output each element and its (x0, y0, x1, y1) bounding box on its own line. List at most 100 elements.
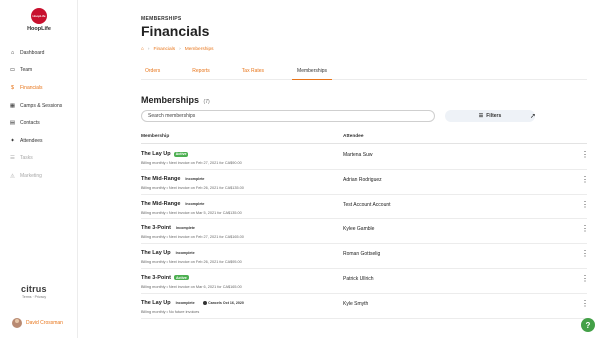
tab-tax-rates[interactable]: Tax Rates (238, 62, 268, 80)
table-row[interactable]: The Lay Up Incomplete Cancels Oct 16, 2020… (141, 294, 589, 319)
sidebar: HoopLife HoopLife ⌂ Dashboard ▭ Team $ Financ… (0, 0, 78, 338)
sidebar-item-marketing[interactable]: ◬ Marketing (0, 167, 78, 185)
tasks-icon: ☰ (10, 155, 15, 162)
attendee-name[interactable]: Kylee Gamble (343, 226, 374, 232)
more-options-icon[interactable]: ⋮ (581, 151, 589, 159)
tab-bar: Orders Reports Tax Rates Memberships (141, 62, 587, 80)
main-content: MEMBERSHIPS Financials ⌂ › Financials › … (78, 0, 600, 338)
more-options-icon[interactable]: ⋮ (581, 225, 589, 233)
search-input[interactable]: Search memberships (141, 110, 435, 122)
breadcrumb-financials[interactable]: Financials (154, 47, 176, 52)
sidebar-item-label: Attendees (20, 137, 43, 144)
table-header: Membership Attendee (141, 134, 587, 144)
user-profile[interactable]: David Crossman (12, 318, 63, 328)
cancel-note: Cancels Oct 16, 2020 (202, 300, 244, 305)
avatar (12, 318, 22, 328)
sidebar-item-team[interactable]: ▭ Team (0, 62, 78, 80)
membership-name[interactable]: The Lay Up (141, 300, 171, 306)
sidebar-item-label: Camps & Sessions (20, 102, 63, 109)
filter-icon: ☰ (478, 113, 484, 119)
attendee-name[interactable]: Patrick Ullrich (343, 276, 374, 282)
membership-name[interactable]: The Mid-Range (141, 176, 180, 182)
sidebar-item-tasks[interactable]: ☰ Tasks (0, 150, 78, 168)
status-badge: Incomplete (175, 300, 195, 305)
membership-name-cell: The Lay Up Incomplete (141, 250, 197, 256)
home-icon[interactable]: ⌂ (141, 47, 144, 52)
calendar-icon: ▦ (9, 102, 16, 109)
financials-icon: $ (10, 84, 15, 91)
membership-name[interactable]: The 3-Point (141, 225, 171, 231)
clock-icon (202, 300, 207, 305)
table-row[interactable]: The 3-Point Incomplete Billing monthly • N… (141, 219, 589, 245)
status-badge: Active (173, 151, 189, 157)
sidebar-item-financials[interactable]: $ Financials (0, 79, 78, 97)
more-options-icon[interactable]: ⋮ (581, 175, 589, 184)
membership-name[interactable]: The Lay Up (141, 151, 171, 157)
attendee-name[interactable]: Martena Suw (343, 152, 372, 158)
more-options-icon[interactable]: ⋮ (581, 200, 589, 209)
billing-info: Billing monthly • Next invoice on Mar 5,… (141, 210, 242, 215)
sidebar-item-camps-sessions[interactable]: ▦ Camps & Sessions (0, 97, 78, 115)
membership-name-cell: The 3-Point Active (141, 275, 189, 281)
membership-name-cell: The 3-Point Incomplete (141, 225, 197, 231)
table-row[interactable]: The Mid-Range Incomplete Billing monthly •… (141, 170, 589, 195)
membership-name-cell: The Mid-Range Incomplete (141, 201, 206, 207)
sidebar-item-label: Tasks (20, 155, 33, 162)
attendee-name[interactable]: Test Account Account (343, 202, 391, 208)
attendee-name[interactable]: Adrian Rodriguez (343, 177, 382, 183)
more-options-icon[interactable]: ⋮ (581, 250, 589, 258)
membership-name-cell: The Lay Up Incomplete Cancels Oct 16, 2020 (141, 300, 244, 306)
org-logo[interactable]: HoopLife (31, 8, 47, 24)
contacts-icon: ▤ (9, 120, 16, 127)
membership-name-cell: The Lay Up Active (141, 151, 189, 157)
sidebar-nav: ⌂ Dashboard ▭ Team $ Financials ▦ Camps & Sessi… (0, 44, 78, 185)
section-title-text: Memberships (141, 95, 200, 105)
tab-reports[interactable]: Reports (188, 62, 214, 80)
attendee-name[interactable]: Kyle Smyth (343, 301, 368, 307)
membership-name[interactable]: The Mid-Range (141, 201, 180, 207)
sidebar-item-label: Dashboard (20, 49, 45, 56)
membership-count: (7) (203, 99, 210, 105)
sidebar-item-attendees[interactable]: ✦ Attendees (0, 132, 78, 150)
help-button[interactable]: ? (581, 318, 595, 332)
column-header-attendee: Attendee (343, 134, 364, 139)
table-row[interactable]: The 3-Point Active Billing monthly • Next … (141, 269, 589, 294)
tab-memberships[interactable]: Memberships (292, 62, 333, 80)
table-row[interactable]: The Mid-Range Incomplete Billing monthly •… (141, 195, 589, 220)
membership-name[interactable]: The Lay Up (141, 250, 171, 256)
billing-info: Billing monthly • No future invoices (141, 309, 200, 314)
status-badge: Active (173, 275, 189, 281)
home-icon: ⌂ (10, 49, 15, 56)
breadcrumb-separator: › (147, 47, 150, 52)
status-badge: Incomplete (185, 201, 205, 206)
breadcrumb-memberships[interactable]: Memberships (185, 47, 214, 52)
billing-info: Billing monthly • Next invoice on Mar 6,… (141, 284, 242, 289)
membership-name[interactable]: The 3-Point (141, 275, 171, 281)
table-row[interactable]: The Lay Up Incomplete Billing monthly • Ne… (141, 244, 589, 269)
filters-label: Filters (486, 113, 502, 119)
citrus-brand-logo: citrus (21, 284, 47, 294)
tab-orders[interactable]: Orders (141, 62, 164, 80)
terms-privacy-links[interactable]: Terms · Privacy (22, 295, 46, 299)
user-name: David Crossman (26, 320, 63, 326)
status-badge: Incomplete (175, 226, 195, 231)
filters-button[interactable]: ☰ Filters (445, 110, 535, 122)
breadcrumb-separator: › (179, 47, 181, 52)
sidebar-item-dashboard[interactable]: ⌂ Dashboard (0, 44, 78, 62)
org-name: HoopLife (27, 26, 51, 32)
status-badge: Incomplete (175, 251, 195, 256)
sidebar-item-label: Financials (20, 84, 43, 91)
more-options-icon[interactable]: ⋮ (581, 274, 589, 283)
section-title: Memberships (7) (141, 95, 210, 105)
sidebar-item-label: Team (20, 67, 33, 74)
attendee-name[interactable]: Roman Gottselig (343, 251, 380, 257)
sidebar-item-contacts[interactable]: ▤ Contacts (0, 114, 78, 132)
page-title: Financials (141, 23, 210, 39)
attendees-icon: ✦ (10, 137, 15, 144)
table-row[interactable]: The Lay Up Active Billing monthly • Next i… (141, 145, 589, 170)
column-header-membership: Membership (141, 134, 170, 139)
org-logo-text: HoopLife (32, 14, 46, 18)
more-options-icon[interactable]: ⋮ (581, 299, 589, 308)
memberships-table: The Lay Up Active Billing monthly • Next i… (141, 145, 589, 319)
page-eyebrow: MEMBERSHIPS (141, 16, 182, 22)
